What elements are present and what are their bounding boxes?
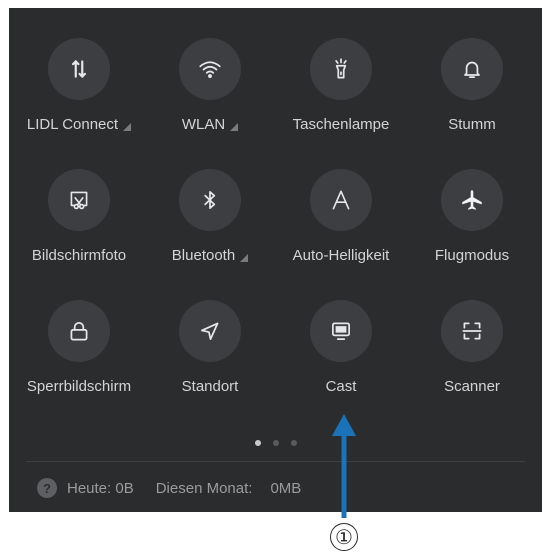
annotation-marker: ① xyxy=(330,523,358,551)
annotation-arrow xyxy=(332,414,356,518)
